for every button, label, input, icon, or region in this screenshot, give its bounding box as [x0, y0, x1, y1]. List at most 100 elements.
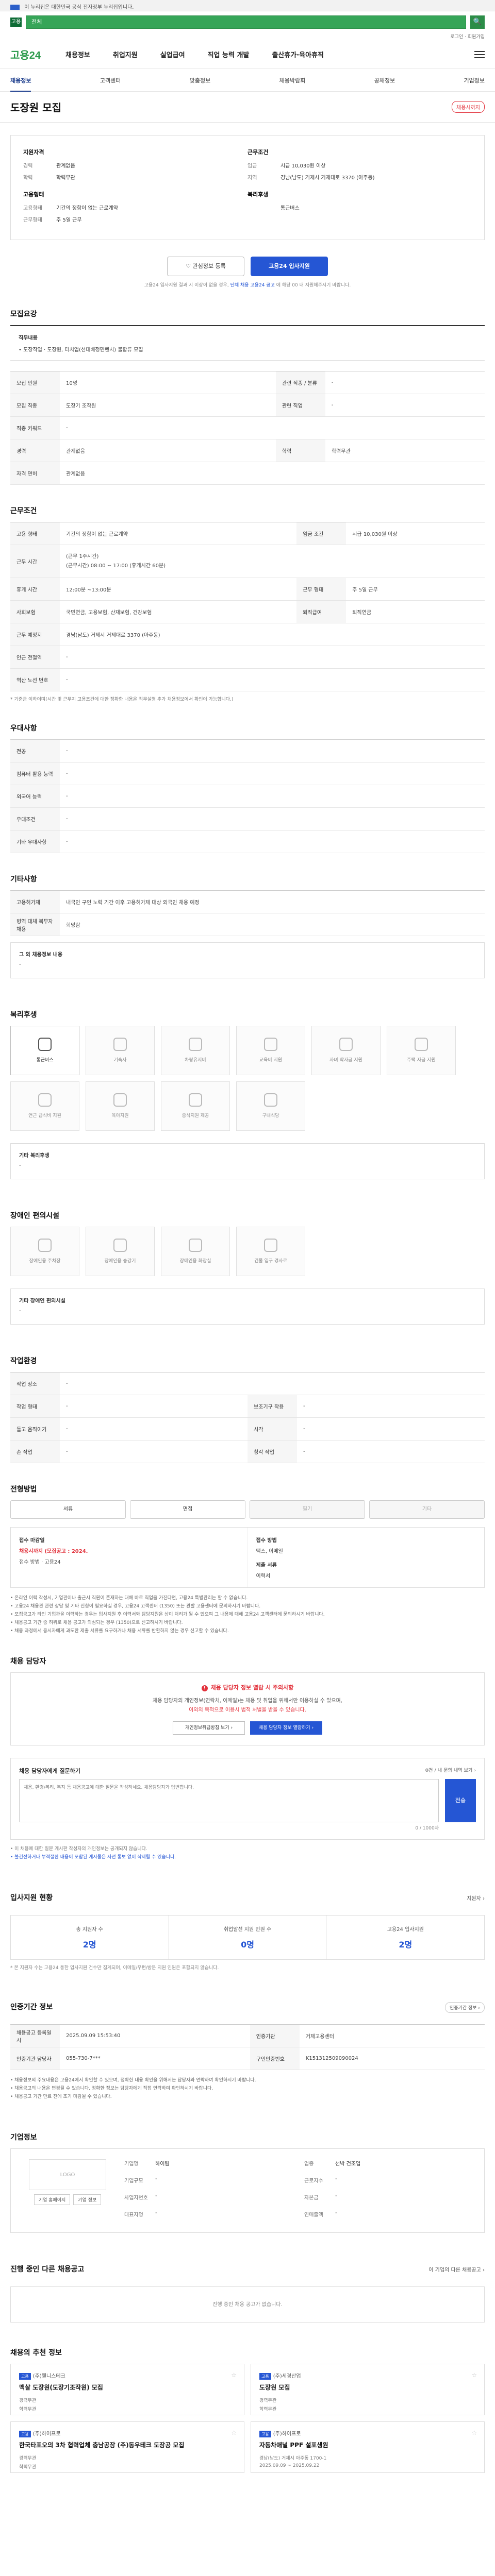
table-key: 사회보험 — [10, 600, 60, 623]
table-row: 모집 직종 도장기 조작원 관련 직업 - — [10, 394, 485, 417]
recommend-card[interactable]: ☆ 고용 (주)세경산업 도장원 모집 경력무관 학력무관 — [251, 2364, 485, 2415]
table-value: 기간의 정함이 없는 근로계약 — [60, 522, 297, 545]
util-links[interactable]: 로그인 · 회원가입 — [0, 33, 495, 40]
table-key: 인증기관 — [250, 2024, 300, 2047]
notice-item: • 온라인 이력 작성시, 기업관이나 출근시 직원이 존재하는 대해 바로 직… — [10, 1596, 248, 1601]
search-input[interactable]: 전체 — [26, 15, 466, 29]
search-button[interactable]: 🔍 — [470, 15, 485, 29]
subnav-company-info[interactable]: 기업정보 — [464, 76, 485, 84]
applicants-link[interactable]: 지원자 › — [467, 1894, 485, 1902]
table-row: 휴게 시간 12:00분 ~13:00분 근무 형태 주 5일 근무 — [10, 578, 485, 601]
company-info: 기업명 하이팀 업종 선박 건조업 기업규모 - 근로자수 - 사업자번호 - 자본금 - … — [124, 2159, 474, 2222]
menu-icon[interactable] — [474, 50, 485, 58]
company-value: 선박 건조업 — [335, 2161, 361, 2167]
card-label: 자녀 학자금 지원 — [329, 1058, 362, 1063]
section-title: 모집요강 — [10, 310, 37, 318]
box-title: 기타 장애인 편의시설 — [19, 1298, 65, 1304]
summary-key — [248, 204, 280, 211]
company-row: 기업명 하이팀 — [124, 2159, 294, 2167]
table-value: - — [60, 1440, 248, 1463]
section-head: 진행 중인 다른 채용공고 이 기업의 다른 채용공고 › — [10, 2264, 485, 2280]
rec-title[interactable]: 도장원 모집 — [259, 2383, 476, 2392]
table-row: 근무 시간 (근무 1주시간) (근무시간) 08:00 ~ 17:00 (휴게시… — [10, 545, 485, 578]
nav-parental-leave[interactable]: 출산휴가·육아휴직 — [272, 49, 324, 59]
apply-label: 접수 마감일 — [19, 1538, 45, 1544]
subnav-customer-center[interactable]: 고객센터 — [100, 76, 121, 84]
table-key: 인근 전철역 — [10, 646, 60, 669]
status-badge: 채용시까지 — [452, 101, 485, 113]
title-row: 도장원 모집 채용시까지 — [0, 92, 495, 123]
nav-unemployment-benefit[interactable]: 실업급여 — [160, 49, 185, 59]
subnav-public-recruit[interactable]: 공채정보 — [374, 76, 395, 84]
company-homepage-button[interactable]: 기업 홈페이지 — [34, 2194, 71, 2205]
table-row: 역산 노선 번호 - — [10, 668, 485, 691]
notice-item: • 채용 과정에서 응시자에게 과도한 제출 서류를 요구하거나 채용 서류를 … — [10, 1629, 229, 1634]
stat-referral: 취업알선 지원 인원 수 0명 — [168, 1916, 326, 1959]
company-info-button[interactable]: 기업 정보 — [73, 2194, 102, 2205]
my-inquiries-link[interactable]: 0건 / 내 문의 내역 보기 › — [425, 1767, 476, 1773]
selection-steps: 서류 면접 필기 기타 — [10, 1500, 485, 1519]
company-value: - — [155, 2193, 157, 2199]
site-logo[interactable]: 고용24 — [10, 47, 41, 62]
apply-note-link[interactable]: 단체 채용 고용24 공고 — [230, 283, 275, 288]
table-key: 기타 우대사항 — [10, 830, 60, 853]
view-contact-button[interactable]: 채용 담당자 정보 열람하기 › — [250, 1721, 322, 1735]
table-key: 외국어 능력 — [10, 785, 60, 808]
table-key: 우대조건 — [10, 807, 60, 831]
disability-cards: 장애인용 주차장 장애인용 승강기 장애인용 화장실 건물 입구 경사로 — [10, 1227, 485, 1276]
nav-jobs[interactable]: 채용정보 — [65, 49, 90, 59]
subnav-custom-info[interactable]: 맞춤정보 — [190, 76, 210, 84]
rec-title[interactable]: 맥살 도장원(도장기조작원) 모집 — [19, 2383, 236, 2392]
recommend-card[interactable]: ☆ 고용 (주)웰니스테크 맥살 도장원(도장기조작원) 모집 경력무관 학력무관 — [10, 2364, 244, 2415]
subnav-job-fair[interactable]: 채용박람회 — [279, 76, 306, 84]
summary-row: 임금 시급 10,030원 이상 — [248, 161, 472, 169]
recommend-card[interactable]: ☆ 고용 (주)하이프로 한국타포오의 3차 협력업체 충남공장 (주)동우테크 … — [10, 2421, 244, 2473]
table-value: - — [297, 1417, 485, 1440]
rec-tag: 고용 — [19, 2431, 31, 2437]
section-title: 진행 중인 다른 채용공고 — [10, 2265, 85, 2274]
summary-left: 지원자격 경력 관계없음 학력 학력무관 고용형태 고용형태 기간의 정함이 없는 근… — [23, 148, 248, 227]
company-row: 대표자명 - — [124, 2210, 294, 2218]
send-button[interactable]: 전송 — [445, 1779, 476, 1822]
apply-button[interactable]: 고용24 입사지원 — [251, 257, 328, 276]
bookmark-icon[interactable]: ☆ — [231, 2429, 237, 2436]
other-jobs-link[interactable]: 이 기업의 다른 채용공고 › — [428, 2265, 485, 2273]
table-row: 고용 형태 기간의 정함이 없는 근로계약 임금 조건 시급 10,030원 이상 — [10, 522, 485, 545]
table-value: (근무 1주시간) (근무시간) 08:00 ~ 17:00 (휴게시간 60분… — [60, 545, 485, 578]
company-value: - — [155, 2210, 157, 2216]
summary-key: 학력 — [23, 175, 33, 181]
search-scope-badge[interactable]: 고용 — [10, 18, 22, 27]
company-value: - — [335, 2176, 337, 2182]
save-interest-button[interactable]: ♡ 관심정보 등록 — [167, 257, 244, 276]
rec-title[interactable]: 자동차애널 PPF 설포생원 — [259, 2441, 476, 2449]
company-value: - — [155, 2176, 157, 2182]
deadline-col: 접수 마감일 채용시까지 (모집공고 : 2024. 접수 방법 · 고용24 — [11, 1528, 248, 1587]
bookmark-icon[interactable]: ☆ — [471, 2429, 477, 2436]
duty-text: • 도장작업 · 도장원, 터치업(선대배정면벤치) 불합류 모집 — [19, 347, 143, 353]
table-row: 손 작업 - 청각 작업 - — [10, 1440, 485, 1463]
nav-vocational-training[interactable]: 직업 능력 개발 — [208, 49, 250, 59]
flag-icon — [10, 5, 20, 10]
nav-employment-support[interactable]: 취업지원 — [113, 49, 138, 59]
other-jobs-section: 진행 중인 다른 채용공고 이 기업의 다른 채용공고 › 진행 중인 채용 공… — [0, 2264, 495, 2323]
privacy-alert: ! 채용 담당자 정보 열람 시 주의사항 채용 담당자의 개인정보(연락처, 이… — [10, 1672, 485, 1745]
table-row: 인근 전철역 - — [10, 646, 485, 669]
rec-title[interactable]: 한국타포오의 3차 협력업체 충남공장 (주)동우테크 도장공 모집 — [19, 2441, 236, 2449]
bookmark-icon[interactable]: ☆ — [471, 2371, 477, 2379]
other-info-box: 그 외 채용정보 내용 - — [10, 942, 485, 978]
inquiry-input[interactable] — [19, 1779, 439, 1822]
privacy-policy-button[interactable]: 개인정보취급방침 보기 › — [173, 1721, 245, 1735]
table-key: 관련 직종 / 분류 — [275, 371, 325, 394]
bookmark-icon[interactable]: ☆ — [231, 2371, 237, 2379]
certification-info-button[interactable]: 인증기간 정보 › — [444, 2002, 485, 2013]
conditions-footnote: * 기준금 이하이며(시간 및 근무지 고용조건에 대한 정확한 내용은 직무설… — [10, 697, 234, 702]
box-text: - — [19, 962, 21, 968]
recommend-grid: ☆ 고용 (주)웰니스테크 맥살 도장원(도장기조작원) 모집 경력무관 학력무관… — [10, 2364, 485, 2473]
recommend-card[interactable]: ☆ 고용 (주)하이프로 자동차애널 PPF 설포생원 경남(남도) 거제시 아주… — [251, 2421, 485, 2473]
subnav-jobs[interactable]: 채용정보 — [10, 76, 31, 92]
table-value: K151312509090024 — [299, 2047, 485, 2070]
step-other: 기타 — [369, 1500, 485, 1519]
table-key: 작업 형태 — [10, 1395, 60, 1418]
rec-meta: 학력무관 — [19, 2465, 37, 2470]
table-value: 경남(남도) 거제시 거제대로 3370 (아주동) — [60, 623, 485, 646]
